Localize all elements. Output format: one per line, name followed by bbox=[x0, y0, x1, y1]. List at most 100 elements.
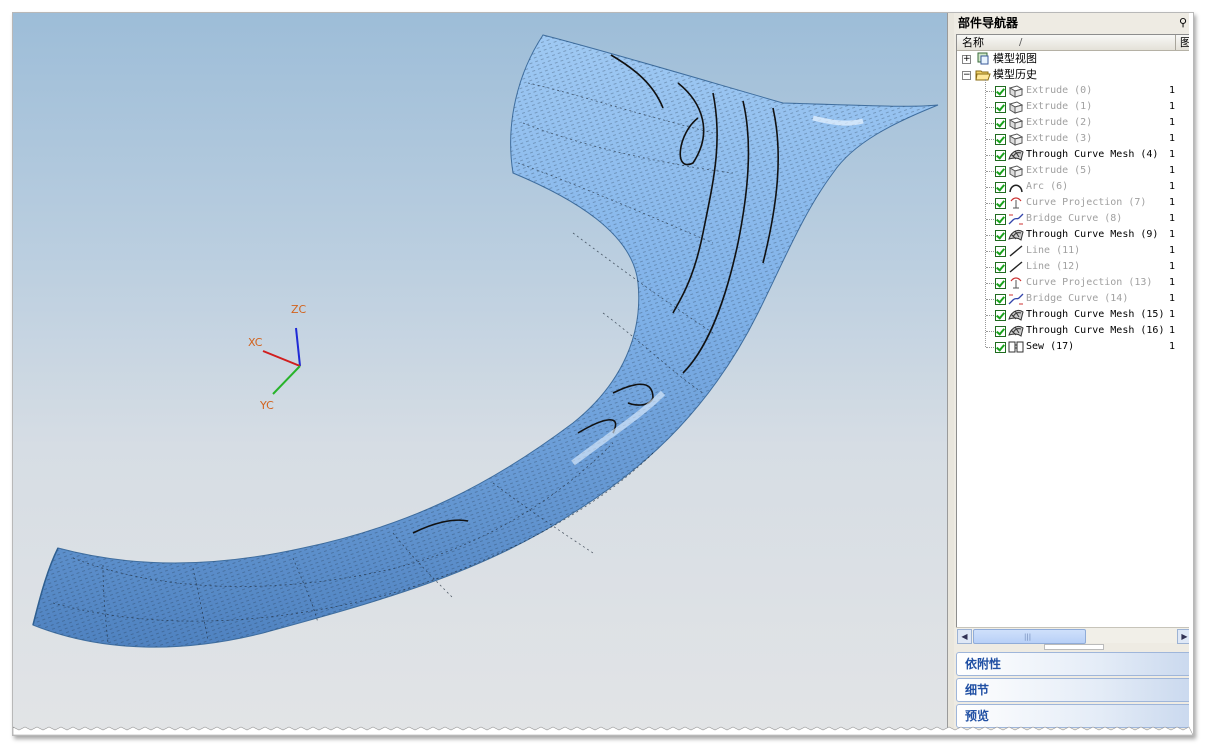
bridge-curve-icon bbox=[1008, 292, 1024, 306]
checkbox-checked-icon[interactable] bbox=[995, 102, 1006, 113]
scroll-left-arrow-icon[interactable]: ◀ bbox=[957, 629, 972, 644]
line-icon bbox=[1008, 244, 1024, 258]
torn-edge-bottom bbox=[13, 726, 1193, 735]
scrollbar-thumb[interactable]: ||| bbox=[973, 629, 1086, 644]
tree-branch-line bbox=[986, 299, 994, 300]
feature-row[interactable]: Extrude (0) 1 bbox=[957, 83, 1193, 99]
tree-branch-line bbox=[986, 203, 994, 204]
expand-plus-icon[interactable]: + bbox=[962, 55, 971, 64]
tree-node-label: 模型历史 bbox=[993, 68, 1037, 81]
feature-label: Line (11) bbox=[1026, 245, 1081, 256]
curve-mesh-icon bbox=[1008, 308, 1024, 322]
yc-axis-line bbox=[272, 365, 301, 395]
checkbox-checked-icon[interactable] bbox=[995, 118, 1006, 129]
feature-trailing-value: 1 bbox=[1169, 245, 1176, 256]
tree-node-label: 模型视图 bbox=[993, 52, 1037, 65]
model-canvas[interactable]: ZC XC YC bbox=[13, 13, 947, 735]
collapse-minus-icon[interactable]: − bbox=[962, 71, 971, 80]
checkbox-checked-icon[interactable] bbox=[995, 246, 1006, 257]
column-name-header[interactable]: 名称 bbox=[962, 35, 984, 50]
column-sort-indicator: / bbox=[1019, 37, 1023, 48]
feature-row[interactable]: Arc (6) 1 bbox=[957, 179, 1193, 195]
extrude-icon bbox=[1008, 84, 1024, 98]
feature-trailing-value: 1 bbox=[1169, 197, 1176, 208]
extrude-icon bbox=[1008, 164, 1024, 178]
feature-trailing-value: 1 bbox=[1169, 213, 1176, 224]
feature-row[interactable]: Extrude (3) 1 bbox=[957, 131, 1193, 147]
checkbox-checked-icon[interactable] bbox=[995, 166, 1006, 177]
swept-surface-model bbox=[32, 34, 939, 648]
tree-branch-line bbox=[986, 187, 994, 188]
graphics-viewport[interactable]: ZC XC YC bbox=[13, 13, 947, 735]
details-panel[interactable]: 细节 bbox=[956, 678, 1193, 702]
feature-row[interactable]: Extrude (2) 1 bbox=[957, 115, 1193, 131]
extrude-icon bbox=[1008, 116, 1024, 130]
feature-label: Curve Projection (13) bbox=[1026, 277, 1153, 288]
panel-sash[interactable] bbox=[1044, 644, 1104, 650]
horizontal-scrollbar[interactable]: ◀ ||| ▶ bbox=[956, 627, 1192, 644]
tree-branch-line bbox=[986, 347, 994, 348]
feature-row[interactable]: Curve Projection (7) 1 bbox=[957, 195, 1193, 211]
feature-row[interactable]: Bridge Curve (8) 1 bbox=[957, 211, 1193, 227]
tree-branch-line bbox=[986, 219, 994, 220]
tree-column-header: 名称 / 图 bbox=[957, 35, 1193, 51]
pin-icon[interactable]: ⚲ bbox=[1179, 16, 1187, 29]
feature-row[interactable]: Line (11) 1 bbox=[957, 243, 1193, 259]
feature-row[interactable]: Extrude (1) 1 bbox=[957, 99, 1193, 115]
feature-row[interactable]: Through Curve Mesh (15) 1 bbox=[957, 307, 1193, 323]
checkbox-checked-icon[interactable] bbox=[995, 86, 1006, 97]
checkbox-checked-icon[interactable] bbox=[995, 214, 1006, 225]
feature-row[interactable]: Curve Projection (13) 1 bbox=[957, 275, 1193, 291]
feature-label: Line (12) bbox=[1026, 261, 1081, 272]
feature-trailing-value: 1 bbox=[1169, 325, 1176, 336]
checkbox-checked-icon[interactable] bbox=[995, 182, 1006, 193]
tree-branch-line bbox=[986, 107, 994, 108]
feature-row[interactable]: Through Curve Mesh (4) 1 bbox=[957, 147, 1193, 163]
checkbox-checked-icon[interactable] bbox=[995, 326, 1006, 337]
checkbox-checked-icon[interactable] bbox=[995, 230, 1006, 241]
checkbox-checked-icon[interactable] bbox=[995, 150, 1006, 161]
yc-label: YC bbox=[259, 399, 274, 412]
checkbox-checked-icon[interactable] bbox=[995, 310, 1006, 321]
checkbox-checked-icon[interactable] bbox=[995, 198, 1006, 209]
checkbox-checked-icon[interactable] bbox=[995, 262, 1006, 273]
feature-label: Through Curve Mesh (4) bbox=[1026, 149, 1159, 160]
feature-label: Through Curve Mesh (15) bbox=[1026, 309, 1165, 320]
feature-row[interactable]: Sew (17) 1 bbox=[957, 339, 1193, 355]
feature-trailing-value: 1 bbox=[1169, 293, 1176, 304]
feature-row[interactable]: Bridge Curve (14) 1 bbox=[957, 291, 1193, 307]
feature-trailing-value: 1 bbox=[1169, 165, 1176, 176]
navigator-tree[interactable]: 名称 / 图 + 模型视图 − 模型历史 Extrude (0) 1 Extrude (1)… bbox=[956, 34, 1193, 641]
feature-trailing-value: 1 bbox=[1169, 341, 1176, 352]
feature-label: Curve Projection (7) bbox=[1026, 197, 1147, 208]
curve-projection-icon bbox=[1008, 196, 1024, 210]
column-separator[interactable] bbox=[1175, 35, 1176, 50]
feature-trailing-value: 1 bbox=[1169, 133, 1176, 144]
feature-row[interactable]: Extrude (5) 1 bbox=[957, 163, 1193, 179]
tree-branch-line bbox=[986, 139, 994, 140]
checkbox-checked-icon[interactable] bbox=[995, 278, 1006, 289]
dependencies-panel[interactable]: 依附性 bbox=[956, 652, 1193, 676]
feature-trailing-value: 1 bbox=[1169, 229, 1176, 240]
part-navigator: 部件导航器 ⚲ 名称 / 图 + 模型视图 − 模型历史 Extrude (0) 1 Ext… bbox=[954, 13, 1193, 735]
tree-node-model-views[interactable]: + 模型视图 bbox=[957, 51, 1193, 67]
feature-trailing-value: 1 bbox=[1169, 261, 1176, 272]
feature-label: Bridge Curve (8) bbox=[1026, 213, 1123, 224]
tree-branch-line bbox=[986, 267, 994, 268]
checkbox-checked-icon[interactable] bbox=[995, 134, 1006, 145]
feature-row[interactable]: Through Curve Mesh (16) 1 bbox=[957, 323, 1193, 339]
feature-row[interactable]: Line (12) 1 bbox=[957, 259, 1193, 275]
feature-trailing-value: 1 bbox=[1169, 181, 1176, 192]
checkbox-checked-icon[interactable] bbox=[995, 342, 1006, 353]
tree-node-model-history[interactable]: − 模型历史 bbox=[957, 67, 1193, 83]
tree-branch-line bbox=[986, 123, 994, 124]
zc-axis-line bbox=[295, 327, 301, 367]
navigator-title-text: 部件导航器 bbox=[958, 16, 1019, 30]
tree-branch-line bbox=[986, 331, 994, 332]
feature-row[interactable]: Through Curve Mesh (9) 1 bbox=[957, 227, 1193, 243]
feature-label: Extrude (0) bbox=[1026, 85, 1093, 96]
tree-branch-line bbox=[986, 283, 994, 284]
feature-label: Bridge Curve (14) bbox=[1026, 293, 1129, 304]
tree-branch-line bbox=[986, 235, 994, 236]
checkbox-checked-icon[interactable] bbox=[995, 294, 1006, 305]
